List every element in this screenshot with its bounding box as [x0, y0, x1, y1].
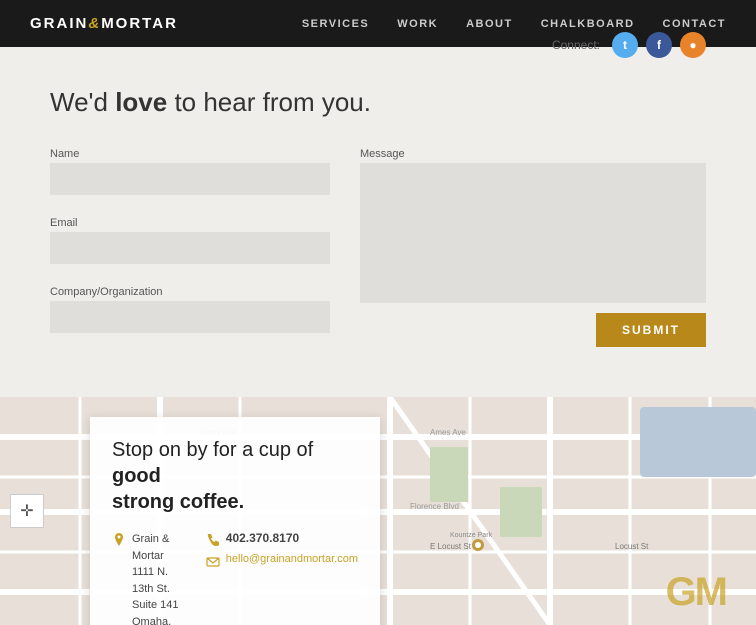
phone-icon	[206, 533, 220, 547]
rss-link[interactable]: ●	[680, 32, 706, 58]
map-section: Ames Ave Ames Ave Florence Blvd Kountze …	[0, 397, 756, 625]
submit-row: SUBMIT	[360, 313, 706, 347]
company-label: Company/Organization	[50, 286, 330, 298]
message-textarea[interactable]	[360, 163, 706, 303]
facebook-icon: f	[657, 38, 661, 52]
name-input[interactable]	[50, 163, 330, 195]
gm-logo: GM	[666, 570, 726, 615]
phone-item: 402.370.8170	[206, 531, 358, 547]
form-right-col: Message SUBMIT	[360, 148, 706, 347]
email-input[interactable]	[50, 232, 330, 264]
address-line2: Omaha, NE 68102	[132, 614, 188, 625]
svg-text:Locust St: Locust St	[615, 542, 649, 551]
address-line1: 1111 N. 13th St. Suite 141	[132, 564, 188, 614]
company-input[interactable]	[50, 301, 330, 333]
map-card-bold: goodstrong coffee.	[112, 465, 244, 513]
connect-area: Connect: t f ●	[552, 32, 706, 58]
logo-text: GRAIN	[30, 15, 88, 32]
email-icon	[206, 555, 220, 569]
connect-label: Connect:	[552, 38, 600, 52]
location-icon	[112, 533, 126, 547]
map-nav-icon: ✛	[20, 501, 33, 521]
facebook-link[interactable]: f	[646, 32, 672, 58]
svg-text:E Locust St: E Locust St	[430, 542, 472, 551]
phone-text: 402.370.8170	[226, 531, 299, 545]
twitter-icon: t	[623, 38, 627, 52]
rss-icon: ●	[689, 38, 696, 52]
nav-about[interactable]: ABOUT	[466, 18, 513, 30]
contact-section: Connect: t f ● We'd love to hear from yo…	[0, 47, 756, 397]
map-info-card: Stop on by for a cup of goodstrong coffe…	[90, 417, 380, 625]
address-text: Grain & Mortar 1111 N. 13th St. Suite 14…	[132, 531, 188, 625]
svg-text:Florence Blvd: Florence Blvd	[410, 502, 459, 511]
nav-contact[interactable]: CONTACT	[663, 18, 726, 30]
nav-chalkboard[interactable]: CHALKBOARD	[541, 18, 635, 30]
contact-form: Name Email Company/Organization Message …	[50, 148, 706, 347]
nav-links: SERVICES WORK ABOUT CHALKBOARD CONTACT	[302, 18, 726, 30]
svg-text:Kountze Park: Kountze Park	[450, 532, 493, 539]
headline-suffix: to hear from you.	[167, 87, 371, 117]
twitter-link[interactable]: t	[612, 32, 638, 58]
contact-headline: We'd love to hear from you.	[50, 87, 706, 118]
form-left-col: Name Email Company/Organization	[50, 148, 330, 347]
address-col: Grain & Mortar 1111 N. 13th St. Suite 14…	[112, 531, 188, 625]
submit-button[interactable]: SUBMIT	[596, 313, 706, 347]
map-card-headline: Stop on by for a cup of goodstrong coffe…	[112, 437, 358, 515]
email-item: hello@grainandmortar.com	[206, 553, 358, 569]
business-name: Grain & Mortar	[132, 531, 188, 564]
email-text: hello@grainandmortar.com	[226, 553, 358, 565]
info-row: Grain & Mortar 1111 N. 13th St. Suite 14…	[112, 531, 358, 625]
map-nav-control[interactable]: ✛	[10, 494, 44, 528]
site-logo[interactable]: GRAIN&MORTAR	[30, 15, 178, 32]
headline-prefix: We'd	[50, 87, 115, 117]
headline-bold: love	[115, 87, 167, 117]
contact-col: 402.370.8170 hello@grainandmortar.com	[206, 531, 358, 625]
company-field-group: Company/Organization	[50, 286, 330, 333]
name-field-group: Name	[50, 148, 330, 195]
logo-ampersand: &	[88, 15, 101, 32]
logo-mortar: MORTAR	[101, 15, 178, 32]
message-label: Message	[360, 148, 706, 160]
name-label: Name	[50, 148, 330, 160]
nav-work[interactable]: WORK	[397, 18, 438, 30]
address-item: Grain & Mortar 1111 N. 13th St. Suite 14…	[112, 531, 188, 625]
nav-services[interactable]: SERVICES	[302, 18, 369, 30]
email-field-group: Email	[50, 217, 330, 264]
email-label: Email	[50, 217, 330, 229]
svg-text:Ames Ave: Ames Ave	[430, 428, 466, 437]
